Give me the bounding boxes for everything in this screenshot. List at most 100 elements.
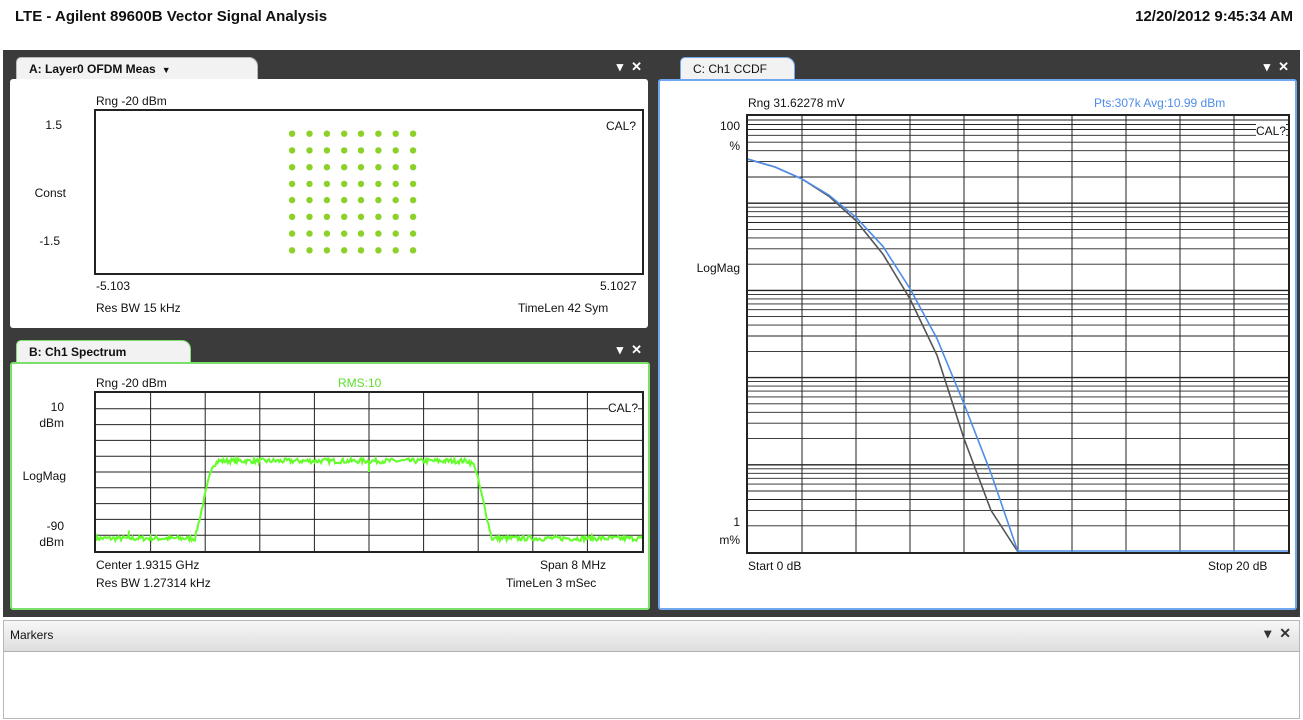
cal-indicator: CAL? [607,401,638,415]
constellation-point [357,213,365,220]
panel-b-spectrum: B: Ch1 Spectrum ▾ ✕ Rng -20 dBm RMS:10 10… [8,340,650,610]
constellation-point [357,247,365,254]
close-icon[interactable]: ✕ [631,342,642,357]
constellation-point [341,196,348,204]
spectrum-chart [96,393,642,551]
constellation-point [409,230,417,237]
y-axis-top-unit: dBm [39,416,64,430]
panel-b-controls: ▾ ✕ [609,342,642,358]
constellation-point [392,180,399,188]
constellation-point [392,147,399,154]
constellation-point [392,213,399,220]
markers-title: Markers [10,628,54,642]
rms-label: RMS:10 [338,376,382,390]
start-value: Start 0 dB [748,559,802,573]
panel-a-constellation: A: Layer0 OFDM Meas ▼ ▾ ✕ Rng -20 dBm 1.5 … [8,57,650,330]
range-label: Rng 31.62278 mV [748,96,845,110]
constellation-point [357,147,365,154]
constellation-point [306,147,313,154]
pin-icon[interactable]: ▾ [1264,625,1271,641]
constellation-point [375,164,382,171]
constellation-point [357,180,365,188]
time-length: TimeLen 42 Sym [518,301,609,315]
tab-ch1-ccdf[interactable]: C: Ch1 CCDF [680,57,795,79]
constellation-point [306,247,313,254]
stop-value: Stop 20 dB [1208,559,1268,573]
y-axis-bottom: -90 [46,519,64,533]
constellation-plot[interactable]: CAL? [94,109,644,275]
y-axis-top-unit: % [729,139,740,153]
pin-icon[interactable]: ▾ [1264,59,1271,74]
ccdf-plot[interactable]: CAL? [746,114,1290,554]
x-axis-left: -5.103 [96,279,131,293]
tab-label: A: Layer0 OFDM Meas [29,62,156,76]
markers-header: Markers ▾ ✕ [4,621,1299,652]
y-axis-label: Const [34,186,66,200]
constellation-point [341,180,348,188]
y-axis-bottom-unit: dBm [39,535,64,549]
constellation-point [375,230,382,237]
constellation-point [375,247,382,254]
constellation-point [392,247,399,254]
constellation-point [341,230,348,237]
close-icon[interactable]: ✕ [1279,625,1291,641]
constellation-point [375,213,382,220]
constellation-point [392,130,399,137]
constellation-chart [288,130,417,254]
close-icon[interactable]: ✕ [1278,59,1289,74]
constellation-point [409,196,417,204]
constellation-point [341,147,348,154]
y-axis-bottom: 1 [733,515,740,529]
y-axis-label: LogMag [22,469,66,483]
ccdf-chart [748,116,1288,552]
panel-c-ccdf: C: Ch1 CCDF ▾ ✕ Rng 31.62278 mV Pts:307k … [656,57,1297,610]
constellation-point [409,164,417,171]
constellation-point [306,230,313,237]
constellation-point [306,196,313,204]
chevron-down-icon[interactable]: ▼ [162,65,171,75]
x-axis-right: 5.1027 [600,279,637,293]
panel-b-content: Rng -20 dBm RMS:10 10 dBm LogMag -90 dBm… [10,362,650,610]
tab-layer0-ofdm-meas[interactable]: A: Layer0 OFDM Meas ▼ [16,57,258,79]
pin-icon[interactable]: ▾ [617,59,624,74]
constellation-point [375,147,382,154]
constellation-point [357,230,365,237]
range-label: Rng -20 dBm [96,376,167,390]
res-bw: Res BW 15 kHz [96,301,181,315]
close-icon[interactable]: ✕ [631,59,642,74]
timestamp: 12/20/2012 9:45:34 AM [1135,8,1293,25]
constellation-point [306,180,313,188]
constellation-point [288,213,296,220]
constellation-point [288,164,296,171]
constellation-point [288,147,296,154]
constellation-point [409,247,417,254]
y-axis-bottom-unit: m% [719,533,740,547]
markers-panel: Markers ▾ ✕ [3,620,1300,719]
y-axis-top: 10 [50,400,64,414]
cal-indicator: CAL? [1255,124,1286,138]
constellation-point [323,130,331,137]
constellation-point [375,196,382,204]
constellation-point [323,147,331,154]
constellation-point [375,180,382,188]
res-bw: Res BW 1.27314 kHz [96,576,211,590]
constellation-point [323,180,331,188]
constellation-point [323,164,331,171]
panel-c-content: Rng 31.62278 mV Pts:307k Avg:10.99 dBm 1… [658,79,1297,610]
y-axis-bottom: -1.5 [39,234,60,248]
constellation-point [409,180,417,188]
constellation-point [357,196,365,204]
constellation-point [323,213,331,220]
markers-controls: ▾ ✕ [1256,625,1291,642]
tab-label: B: Ch1 Spectrum [29,345,127,359]
pin-icon[interactable]: ▾ [617,342,624,357]
title-bar: LTE - Agilent 89600B Vector Signal Analy… [0,0,1303,36]
constellation-point [288,247,296,254]
constellation-point [323,247,331,254]
tab-label: C: Ch1 CCDF [693,62,768,76]
tab-ch1-spectrum[interactable]: B: Ch1 Spectrum [16,340,191,362]
spectrum-plot[interactable]: CAL? [94,391,644,553]
panel-c-controls: ▾ ✕ [1256,59,1289,75]
time-length: TimeLen 3 mSec [506,576,597,590]
constellation-point [341,164,348,171]
